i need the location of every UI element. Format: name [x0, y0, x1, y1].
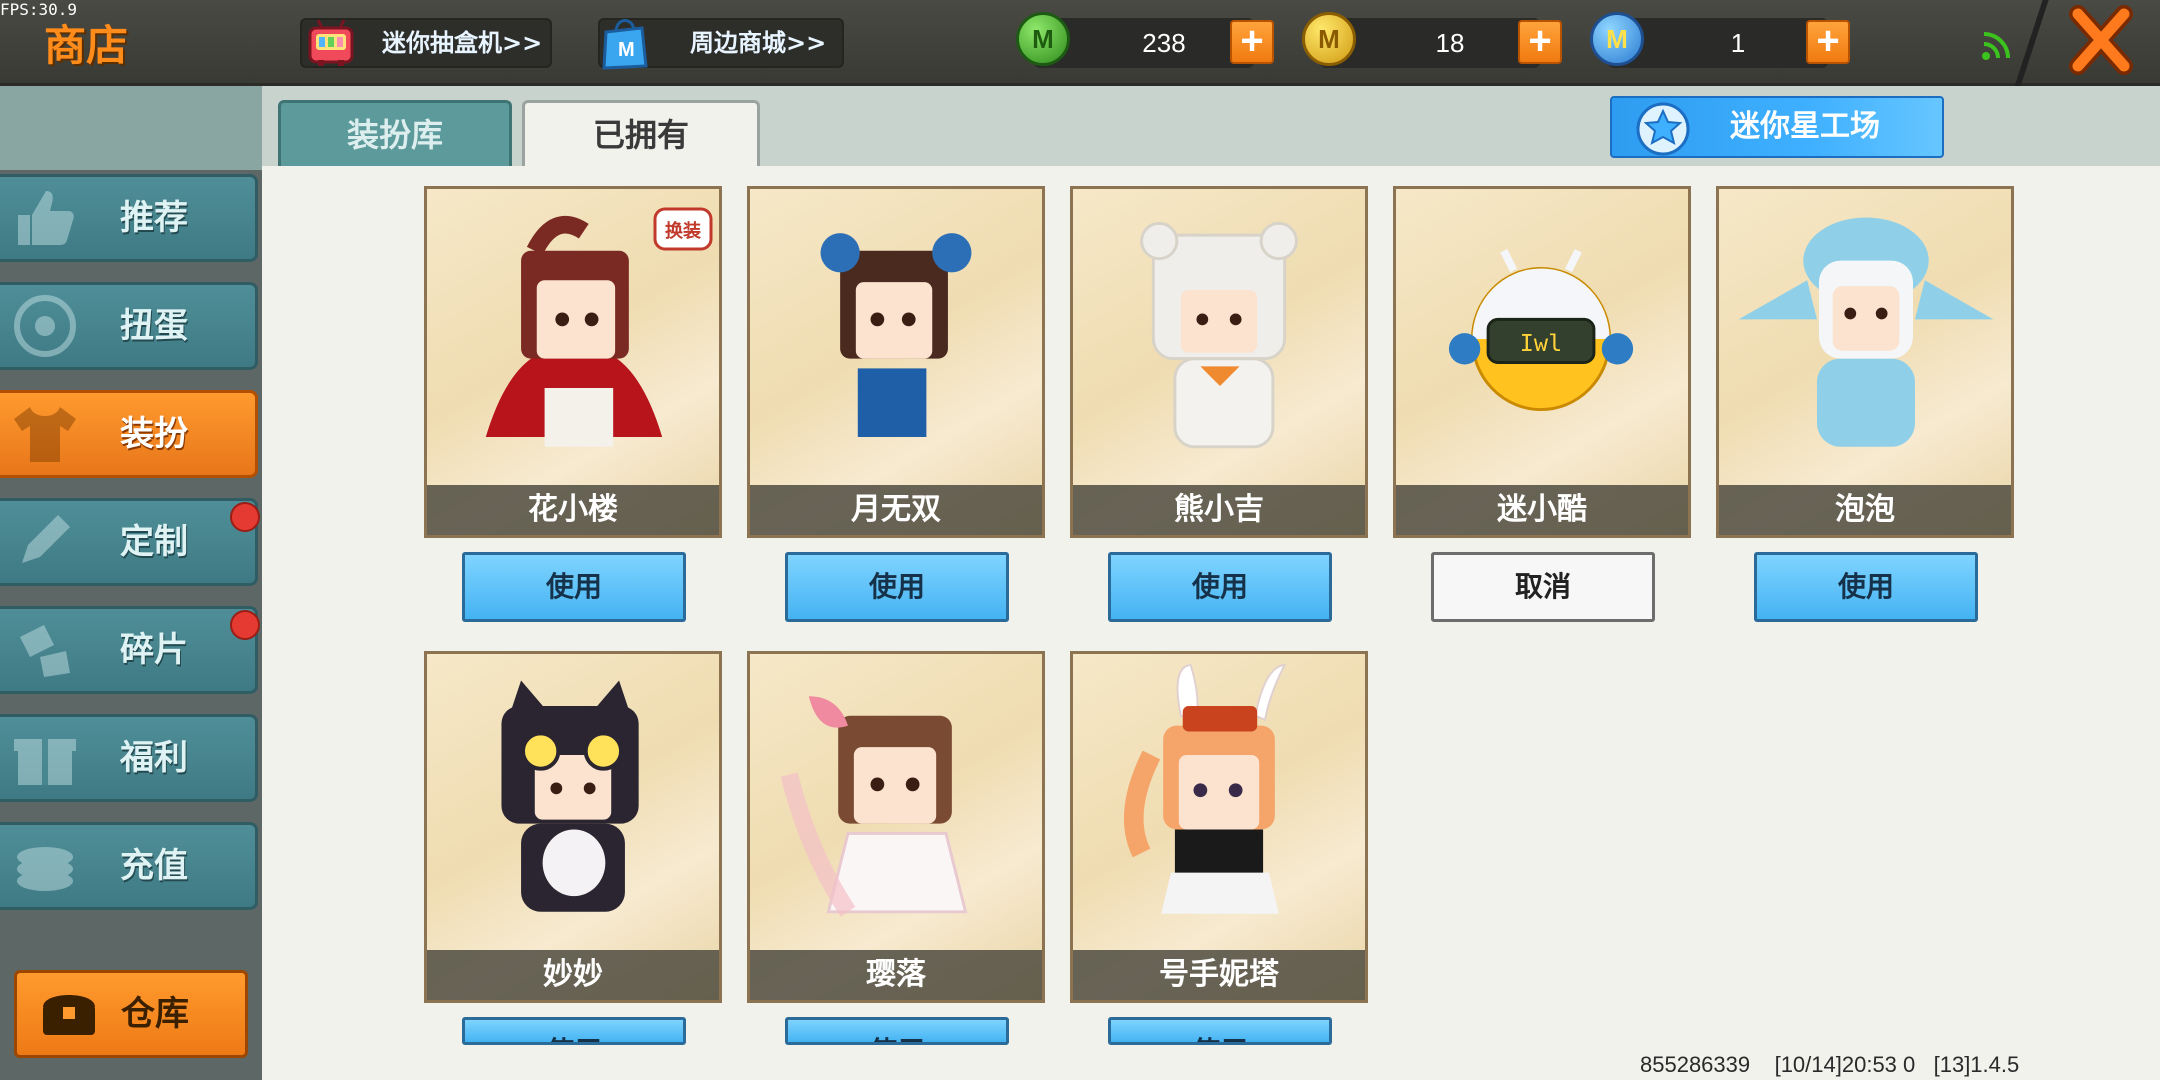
sidebar-item-custom[interactable]: 定制 — [0, 498, 258, 586]
use-button[interactable]: 使用 — [462, 552, 686, 622]
main-panel: 装扮库 已拥有 迷你星工场 换装 花小楼 使用 月无双 使用 熊小吉 使用 Iw… — [262, 86, 2160, 1080]
svg-text:Iwl: Iwl — [1520, 329, 1562, 357]
sidebar-item-gacha[interactable]: 扭蛋 — [0, 282, 258, 370]
user-id: 855286339 — [1640, 1052, 1751, 1077]
svg-text:M: M — [618, 39, 635, 61]
merch-store-label: 周边商城>> — [690, 29, 827, 57]
character-portrait — [501, 680, 639, 912]
green-coin-balance: M 238 — [1016, 12, 1254, 68]
fps-counter: FPS:30.9 — [0, 0, 78, 19]
outfit-change-badge: 换装 — [653, 207, 713, 251]
shards-notification-dot — [230, 610, 260, 640]
skin-card-hua-xiaolou[interactable]: 换装 花小楼 — [424, 186, 722, 538]
version: [13]1.4.5 — [1933, 1052, 2020, 1077]
skin-card-yue-wushuang[interactable]: 月无双 — [747, 186, 1045, 538]
skin-name: 号手妮塔 — [1073, 950, 1365, 1000]
skin-card-yingluo[interactable]: 璎落 — [747, 651, 1045, 1003]
sidebar-item-dressup[interactable]: 装扮 — [0, 390, 258, 478]
shards-icon — [20, 625, 70, 677]
mini-blindbox-link[interactable]: 迷你抽盒机>> — [300, 18, 552, 68]
skin-name: 泡泡 — [1719, 485, 2011, 535]
warehouse-button[interactable]: 仓库 — [14, 970, 248, 1058]
blue-coin-balance: M 1 — [1590, 12, 1828, 68]
character-portrait: Iwl — [1448, 249, 1634, 412]
gift-machine-icon — [308, 19, 354, 66]
merch-store-link[interactable]: M 周边商城>> — [598, 18, 844, 70]
skin-name: 妙妙 — [427, 950, 719, 1000]
character-portrait — [820, 233, 972, 437]
skin-name: 璎落 — [750, 950, 1042, 1000]
shirt-icon — [14, 407, 76, 462]
character-portrait — [1124, 663, 1287, 914]
coins-icon — [17, 847, 73, 891]
character-portrait — [1738, 217, 1994, 447]
sidebar-header — [0, 86, 262, 170]
green-coin-icon: M — [1016, 12, 1070, 66]
character-portrait — [1140, 221, 1298, 449]
skin-name: 花小楼 — [427, 485, 719, 535]
custom-notification-dot — [230, 502, 260, 532]
page-title: 商店 — [44, 21, 129, 70]
signal-icon — [1982, 32, 2010, 60]
skin-name: 月无双 — [750, 485, 1042, 535]
pencil-icon — [22, 515, 70, 563]
sidebar-item-welfare[interactable]: 福利 — [0, 714, 258, 802]
status-footer: 855286339 [10/14]20:53 0 [13]1.4.5 — [1640, 1052, 2019, 1078]
mini-blindbox-label: 迷你抽盒机>> — [382, 29, 543, 57]
mini-star-studio-button[interactable]: 迷你星工场 — [1610, 96, 1944, 158]
top-bar: 商店 迷你抽盒机>> M 周边商城>> M 238 + M 18 + M 1 + — [0, 0, 2160, 90]
use-button[interactable]: 使用 — [785, 552, 1009, 622]
sidebar-item-recommend[interactable]: 推荐 — [0, 174, 258, 262]
skin-card-haoshou-nita[interactable]: 号手妮塔 — [1070, 651, 1368, 1003]
skin-card-xiong-xiaoji[interactable]: 熊小吉 — [1070, 186, 1368, 538]
svg-text:换装: 换装 — [665, 220, 701, 242]
skin-card-miaomiao[interactable]: 妙妙 — [424, 651, 722, 1003]
sidebar-item-recharge[interactable]: 充值 — [0, 822, 258, 910]
capsule-icon — [14, 295, 76, 357]
star-icon — [1636, 102, 1690, 156]
sidebar-item-shards[interactable]: 碎片 — [0, 606, 258, 694]
skin-grid: 换装 花小楼 使用 月无双 使用 熊小吉 使用 Iwl 迷小酷 取消 泡泡 使用… — [262, 166, 2160, 1080]
tab-owned[interactable]: 已拥有 — [522, 100, 760, 166]
skin-card-mi-xiaoku[interactable]: Iwl 迷小酷 — [1393, 186, 1691, 538]
use-button[interactable]: 使用 — [462, 1017, 686, 1045]
blue-coin-icon: M — [1590, 12, 1644, 66]
skin-name: 熊小吉 — [1073, 485, 1365, 535]
timestamp: [10/14]20:53 0 — [1774, 1052, 1916, 1077]
gold-coin-balance: M 18 — [1302, 12, 1540, 68]
use-button[interactable]: 使用 — [1108, 552, 1332, 622]
add-blue-coin-button[interactable]: + — [1806, 20, 1850, 64]
skin-card-paopao[interactable]: 泡泡 — [1716, 186, 2014, 538]
use-button[interactable]: 使用 — [785, 1017, 1009, 1045]
use-button[interactable]: 使用 — [1108, 1017, 1332, 1045]
tab-library[interactable]: 装扮库 — [278, 100, 512, 166]
cancel-button[interactable]: 取消 — [1431, 552, 1655, 622]
add-green-coin-button[interactable]: + — [1230, 20, 1274, 64]
shopping-bag-icon: M — [602, 19, 648, 70]
thumbs-up-icon — [18, 191, 74, 245]
skin-name: 迷小酷 — [1396, 485, 1688, 535]
treasure-chest-icon — [43, 995, 95, 1035]
gold-coin-icon: M — [1302, 12, 1356, 66]
use-button[interactable]: 使用 — [1754, 552, 1978, 622]
gift-icon — [14, 739, 76, 785]
character-portrait — [780, 696, 968, 917]
add-gold-coin-button[interactable]: + — [1518, 20, 1562, 64]
close-icon[interactable] — [2040, 0, 2160, 86]
